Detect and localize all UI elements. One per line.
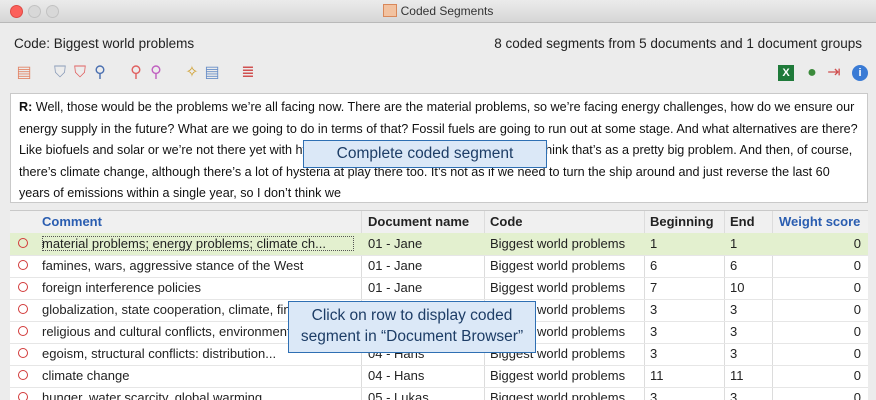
cell-document-name: 04 - Hans <box>368 368 425 383</box>
segment-marker-icon <box>18 348 28 358</box>
cell-document-name: 01 - Jane <box>368 280 423 295</box>
cell-beginning: 11 <box>650 368 664 383</box>
cell-end: 10 <box>730 280 745 295</box>
code-icon[interactable]: ⚲ <box>126 63 146 83</box>
cell-comment: climate change <box>42 368 130 383</box>
table-row[interactable]: climate change 04 - Hans Biggest world pro… <box>10 365 868 388</box>
cell-end: 3 <box>730 302 738 317</box>
window-title: Coded Segments <box>0 4 876 18</box>
segment-marker-icon <box>18 304 28 314</box>
segment-marker-icon <box>18 326 28 336</box>
cell-weight-score: 0 <box>853 368 861 383</box>
info-icon[interactable]: i <box>852 65 868 81</box>
list-icon[interactable]: ▤ <box>202 63 222 83</box>
cell-document-name: 01 - Jane <box>368 236 423 251</box>
column-header-beginning[interactable]: Beginning <box>650 214 714 229</box>
row-callout: Click on row to display coded segment in… <box>288 301 536 353</box>
title-bar: Coded Segments <box>0 0 876 23</box>
document-icon[interactable]: ▤ <box>14 63 34 83</box>
cell-weight-score: 0 <box>853 258 861 273</box>
excel-export-icon[interactable]: X <box>778 65 794 81</box>
cell-comment: famines, wars, aggressive stance of the … <box>42 258 304 273</box>
cell-comment: material problems; energy problems; clim… <box>42 236 354 251</box>
cell-code: Biggest world problems <box>490 258 626 273</box>
code-settings-icon[interactable]: ⚲ <box>146 63 166 83</box>
cell-beginning: 3 <box>650 324 658 339</box>
cell-end: 11 <box>730 368 744 383</box>
table-row[interactable]: material problems; energy problems; clim… <box>10 233 868 256</box>
segment-marker-icon <box>18 370 28 380</box>
filter-settings-icon[interactable]: ⛉ <box>70 63 90 83</box>
cell-weight-score: 0 <box>853 280 861 295</box>
cell-end: 3 <box>730 346 738 361</box>
cell-weight-score: 0 <box>853 302 861 317</box>
cell-beginning: 1 <box>650 236 658 251</box>
window-title-text: Coded Segments <box>400 4 494 18</box>
weight-icon[interactable]: ≣ <box>238 63 258 83</box>
export-icon[interactable]: ⇥ <box>824 63 844 83</box>
cell-code: Biggest world problems <box>490 280 626 295</box>
table-header: Comment Document name Code Beginning End… <box>10 211 868 234</box>
table-row[interactable]: hunger, water scarcity, global warming 05… <box>10 387 868 400</box>
activate-icon[interactable]: ✧ <box>182 63 202 83</box>
table-row[interactable]: foreign interference policies 01 - Jane Bi… <box>10 277 868 300</box>
cell-end: 6 <box>730 258 738 273</box>
globe-export-icon[interactable]: ● <box>802 63 822 83</box>
column-header-weight-score[interactable]: Weight score <box>779 214 860 229</box>
segment-marker-icon <box>18 260 28 270</box>
toolbar: ▤ ⛉ ⛉ ⚲ ⚲ ⚲ ✧ ▤ ≣ X ● ⇥ i <box>14 63 868 85</box>
segment-marker-icon <box>18 238 28 248</box>
speaker-label: R: <box>19 100 33 114</box>
cell-beginning: 7 <box>650 280 658 295</box>
cell-code: Biggest world problems <box>490 236 626 251</box>
column-header-document-name[interactable]: Document name <box>368 214 469 229</box>
cell-beginning: 3 <box>650 302 658 317</box>
column-header-code[interactable]: Code <box>490 214 523 229</box>
cell-comment: foreign interference policies <box>42 280 201 295</box>
filter-icon[interactable]: ⛉ <box>50 63 70 83</box>
cell-beginning: 3 <box>650 346 658 361</box>
cell-document-name: 01 - Jane <box>368 258 423 273</box>
cell-weight-score: 0 <box>853 236 861 251</box>
segment-callout: Complete coded segment <box>303 140 547 168</box>
cell-code: Biggest world problems <box>490 368 626 383</box>
coded-segments-icon <box>382 4 397 17</box>
segment-marker-icon <box>18 282 28 292</box>
cell-weight-score: 0 <box>853 346 861 361</box>
segment-summary: 8 coded segments from 5 documents and 1 … <box>494 36 862 51</box>
cell-beginning: 6 <box>650 258 658 273</box>
search-icon[interactable]: ⚲ <box>90 63 110 83</box>
column-header-end[interactable]: End <box>730 214 755 229</box>
cell-end: 1 <box>730 236 738 251</box>
column-header-comment[interactable]: Comment <box>42 214 102 229</box>
table-row[interactable]: famines, wars, aggressive stance of the … <box>10 255 868 278</box>
cell-weight-score: 0 <box>853 324 861 339</box>
code-label: Code: Biggest world problems <box>14 36 195 51</box>
cell-end: 3 <box>730 324 738 339</box>
